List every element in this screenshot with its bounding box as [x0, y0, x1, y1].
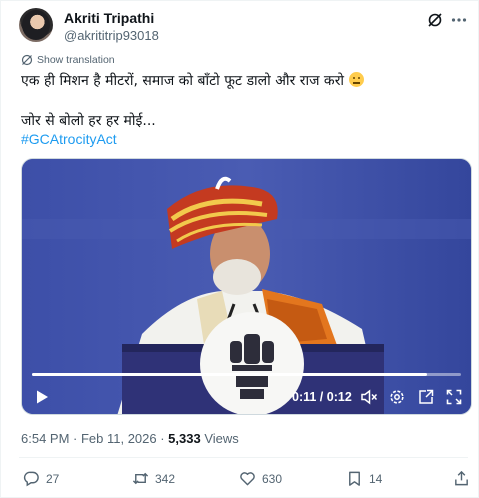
- avatar[interactable]: [19, 8, 53, 42]
- video-frame: [22, 159, 471, 414]
- more-icon[interactable]: [450, 11, 468, 29]
- reply-count: 27: [46, 471, 60, 486]
- reply-button[interactable]: 27: [23, 470, 59, 487]
- repost-count: 342: [155, 471, 176, 486]
- reply-icon: [23, 471, 39, 487]
- video-player[interactable]: 0:11 / 0:12: [21, 158, 472, 415]
- show-translation-label: Show translation: [37, 54, 115, 66]
- tweet-card: Akriti Tripathi @akrititrip93018 Show tr…: [0, 0, 479, 498]
- neutral-face-emoji-icon: [348, 72, 364, 87]
- grok-icon[interactable]: [426, 11, 444, 29]
- like-button[interactable]: 630: [239, 470, 282, 487]
- repost-button[interactable]: 342: [132, 470, 175, 487]
- bookmark-count: 14: [369, 471, 383, 486]
- show-translation-link[interactable]: Show translation: [21, 54, 115, 66]
- fullscreen-button[interactable]: [445, 388, 463, 406]
- volume-button[interactable]: [360, 388, 378, 406]
- video-progress-fill: [32, 373, 427, 376]
- play-button[interactable]: [34, 388, 50, 406]
- pip-icon: [419, 389, 434, 404]
- views-count: 5,333: [168, 431, 201, 446]
- share-button[interactable]: [453, 470, 470, 487]
- divider: [19, 457, 468, 458]
- views-label: Views: [200, 431, 239, 446]
- gear-icon: [390, 390, 404, 404]
- bookmark-icon: [349, 471, 360, 486]
- settings-button[interactable]: [388, 388, 406, 406]
- repost-icon: [132, 472, 149, 485]
- like-count: 630: [262, 471, 283, 486]
- tweet-text-line2: जोर से बोलो हर हर मोई...: [21, 113, 156, 129]
- video-time: 0:11 / 0:12: [292, 390, 352, 404]
- fullscreen-icon: [446, 389, 462, 405]
- heart-icon: [240, 472, 255, 486]
- mute-icon: [361, 389, 378, 405]
- translate-icon: [21, 54, 33, 66]
- tweet-header: Akriti Tripathi @akrititrip93018: [19, 8, 468, 44]
- share-icon: [455, 470, 468, 486]
- bookmark-button[interactable]: 14: [346, 470, 382, 487]
- video-progress-bar[interactable]: [32, 373, 461, 376]
- timestamp[interactable]: 6:54 PM · Feb 11, 2026 ·: [21, 431, 168, 446]
- action-bar: 27 342 630 14: [1, 470, 479, 490]
- hashtag-link[interactable]: #GCAtrocityAct: [21, 131, 117, 147]
- author-handle[interactable]: @akrititrip93018: [64, 28, 159, 43]
- play-icon: [37, 390, 48, 404]
- author-name[interactable]: Akriti Tripathi: [64, 10, 154, 26]
- tweet-text-line1: एक ही मिशन है मीटरों, समाज को बाँटो फूट …: [21, 71, 364, 90]
- tweet-meta: 6:54 PM · Feb 11, 2026 · 5,333 Views: [21, 431, 239, 446]
- picture-in-picture-button[interactable]: [417, 388, 435, 406]
